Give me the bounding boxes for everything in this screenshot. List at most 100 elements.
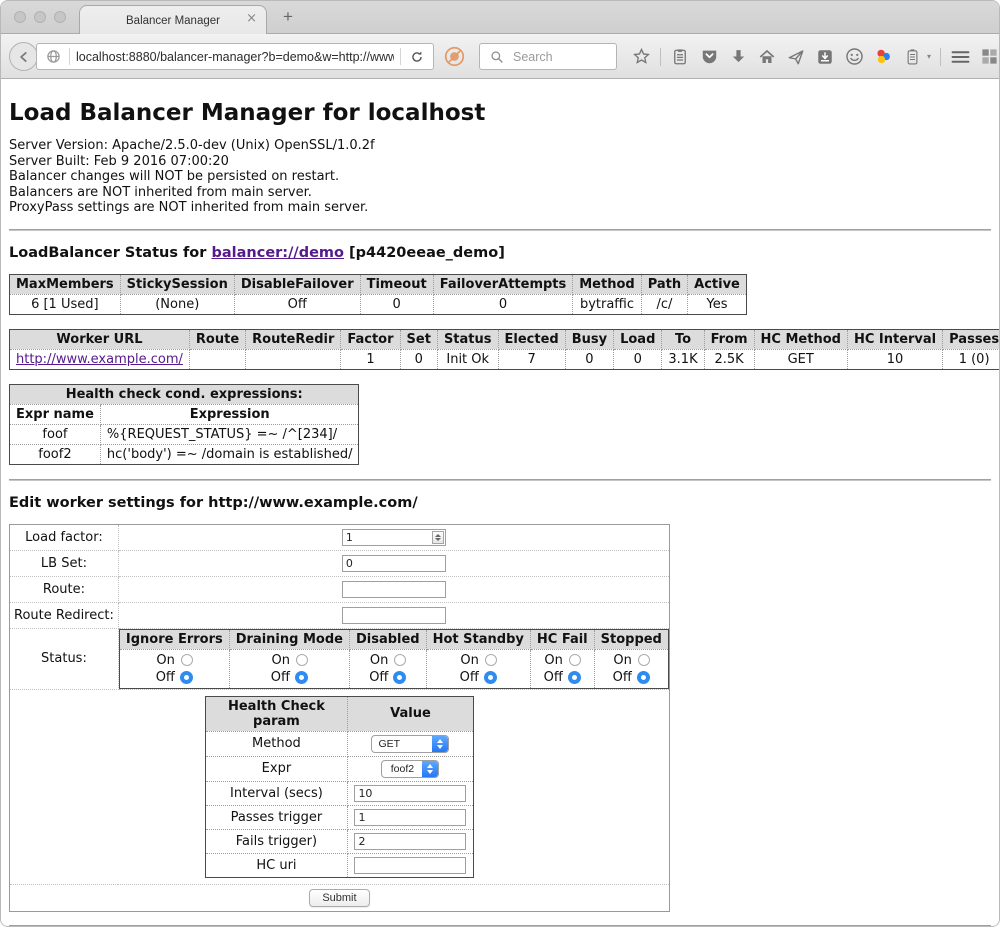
close-window-button[interactable] <box>14 11 26 23</box>
submit-button[interactable]: Submit <box>309 889 369 907</box>
pocket-icon[interactable] <box>699 47 719 67</box>
stopped-radios: On Off <box>613 653 650 685</box>
page-content: Load Balancer Manager for localhost Serv… <box>1 80 999 926</box>
status-header-row: Ignore Errors Draining Mode Disabled Hot… <box>119 629 668 649</box>
col-load: Load <box>614 329 662 349</box>
hc-passes-label: Passes trigger <box>205 805 347 829</box>
back-button[interactable] <box>9 42 38 71</box>
tab-title: Balancer Manager <box>126 15 220 27</box>
cell-hc-method: GET <box>754 349 847 369</box>
home-icon[interactable] <box>757 47 777 67</box>
expr-title-row: Health check cond. expressions: <box>10 384 359 404</box>
cell-hc-interval: 10 <box>847 349 942 369</box>
hc-fails-input[interactable] <box>354 833 466 850</box>
cell-elected: 7 <box>498 349 565 369</box>
disabled-on-radio[interactable] <box>394 654 406 666</box>
zoom-window-button[interactable] <box>54 11 66 23</box>
content-blocker-icon[interactable] <box>444 46 465 67</box>
cell-status: Init Ok <box>437 349 498 369</box>
col-hot-standby: Hot Standby <box>426 629 530 649</box>
minimize-window-button[interactable] <box>34 11 46 23</box>
emoji-extension-icon[interactable] <box>844 47 864 67</box>
cell-timeout: 0 <box>360 294 433 314</box>
divider-rule <box>9 479 991 481</box>
menu-icon[interactable] <box>950 47 970 67</box>
tab-bar: Balancer Manager × + <box>1 1 999 34</box>
cell-to: 3.1K <box>662 349 704 369</box>
tab-balancer-manager[interactable]: Balancer Manager × <box>79 5 267 35</box>
hot-standby-on-radio[interactable] <box>485 654 497 666</box>
health-check-param-table: Health Check param Value Method GET <box>205 696 474 878</box>
disabled-radios: On Off <box>369 653 406 685</box>
hc-fail-off-radio[interactable] <box>568 671 581 684</box>
draining-mode-on-radio[interactable] <box>296 654 308 666</box>
cell-load: 0 <box>614 349 662 369</box>
close-tab-icon[interactable]: × <box>246 12 257 26</box>
worker-data-row: http://www.example.com/ 1 0 Init Ok 7 0 … <box>10 349 1000 369</box>
col-active: Active <box>688 274 747 294</box>
on-label: On <box>544 653 562 668</box>
edit-worker-heading: Edit worker settings for http://www.exam… <box>9 495 991 511</box>
colorful-extension-icon[interactable] <box>873 47 893 67</box>
server-built-line: Server Built: Feb 9 2016 07:00:20 <box>9 154 991 170</box>
send-tab-icon[interactable] <box>786 47 806 67</box>
route-redirect-input[interactable] <box>342 607 446 624</box>
hc-uri-input[interactable] <box>354 857 466 874</box>
downloads-icon[interactable] <box>728 47 748 67</box>
col-hc-value: Value <box>347 696 473 731</box>
hc-method-selected-value: GET <box>372 736 432 752</box>
lb-set-input[interactable] <box>342 555 446 572</box>
reload-icon[interactable] <box>407 47 427 67</box>
new-tab-button[interactable]: + <box>283 7 293 27</box>
route-input[interactable] <box>342 581 446 598</box>
ignore-errors-on-radio[interactable] <box>181 654 193 666</box>
balancer-demo-link[interactable]: balancer://demo <box>211 245 344 261</box>
url-bar[interactable]: localhost:8880/balancer-manager?b=demo&w… <box>36 43 434 70</box>
hc-passes-input[interactable] <box>354 809 466 826</box>
search-bar[interactable]: Search <box>479 43 617 70</box>
reading-list-icon[interactable] <box>670 47 690 67</box>
col-disablefailover: DisableFailover <box>234 274 360 294</box>
divider-rule <box>9 229 991 231</box>
stopped-off-radio[interactable] <box>637 671 650 684</box>
extension-caret-icon[interactable]: ▾ <box>927 52 931 61</box>
proxypass-notice-line: ProxyPass settings are NOT inherited fro… <box>9 200 991 216</box>
hc-interval-input[interactable] <box>354 785 466 802</box>
globe-icon <box>43 47 63 67</box>
worker-url-link[interactable]: http://www.example.com/ <box>16 352 183 367</box>
ignore-errors-off-radio[interactable] <box>180 671 193 684</box>
hc-fail-radios: On Off <box>544 653 581 685</box>
hc-interval-row: Interval (secs) <box>205 781 473 805</box>
save-page-extension-icon[interactable] <box>815 47 835 67</box>
back-arrow-icon <box>17 50 31 64</box>
col-hc-fail: HC Fail <box>530 629 594 649</box>
cell-path: /c/ <box>641 294 687 314</box>
tiles-icon[interactable] <box>979 47 999 67</box>
load-factor-input[interactable] <box>342 529 446 546</box>
server-version-line: Server Version: Apache/2.5.0-dev (Unix) … <box>9 138 991 154</box>
hc-fail-on-radio[interactable] <box>569 654 581 666</box>
col-timeout: Timeout <box>360 274 433 294</box>
disabled-off-radio[interactable] <box>393 671 406 684</box>
off-label: Off <box>156 670 175 685</box>
hc-method-select[interactable]: GET <box>371 735 449 753</box>
on-label: On <box>613 653 631 668</box>
bookmark-star-icon[interactable] <box>631 47 651 67</box>
col-path: Path <box>641 274 687 294</box>
browser-window: Balancer Manager × + localhost:8880/bala… <box>0 0 1000 927</box>
hc-expr-row: Expr foof2 <box>205 756 473 781</box>
server-info: Server Version: Apache/2.5.0-dev (Unix) … <box>9 138 991 216</box>
hot-standby-off-radio[interactable] <box>484 671 497 684</box>
number-spinner-icon[interactable] <box>432 531 444 544</box>
hc-uri-label: HC uri <box>205 853 347 877</box>
health-check-expressions-table: Health check cond. expressions: Expr nam… <box>9 384 359 465</box>
hc-expr-select[interactable]: foof2 <box>381 760 439 778</box>
url-text[interactable]: localhost:8880/balancer-manager?b=demo&w… <box>76 50 394 64</box>
col-passes: Passes <box>943 329 999 349</box>
status-radio-row: On Off On Off <box>119 649 668 688</box>
divider-rule <box>9 925 991 927</box>
expr-header-row: Expr name Expression <box>10 404 359 424</box>
draining-mode-off-radio[interactable] <box>295 671 308 684</box>
stopped-on-radio[interactable] <box>638 654 650 666</box>
battery-extension-icon[interactable] <box>902 47 922 67</box>
